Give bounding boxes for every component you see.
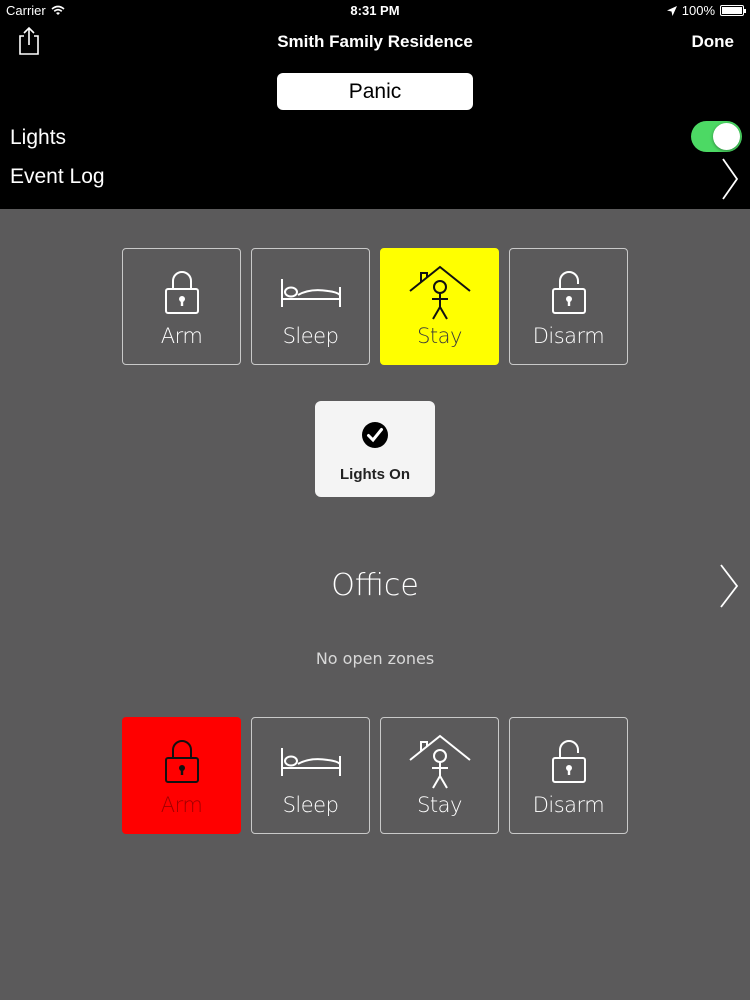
done-button[interactable]: Done <box>692 32 735 52</box>
toggle-knob <box>713 123 740 150</box>
mode-arm-button[interactable]: Arm <box>122 248 241 365</box>
area-stay-label: Stay <box>417 793 462 817</box>
panic-button[interactable]: Panic <box>277 73 473 110</box>
navigation-bar: Smith Family Residence Done <box>0 22 750 62</box>
area-title: Office <box>331 568 419 603</box>
area-sleep-label: Sleep <box>282 793 339 817</box>
status-time: 8:31 PM <box>350 3 400 18</box>
mode-disarm-label: Disarm <box>532 324 605 348</box>
house-person-icon <box>408 265 471 320</box>
area-stay-button[interactable]: Stay <box>380 717 499 834</box>
mode-sleep-button[interactable]: Sleep <box>251 248 370 365</box>
mode-stay-label: Stay <box>417 324 462 348</box>
location-arrow-icon <box>666 5 677 16</box>
zones-status: No open zones <box>315 649 435 668</box>
page-title: Smith Family Residence <box>277 32 473 51</box>
mode-sleep-label: Sleep <box>282 324 339 348</box>
lights-on-button[interactable]: Lights On <box>315 401 435 497</box>
lock-open-icon <box>551 271 586 314</box>
lights-on-label: Lights On <box>340 466 410 483</box>
lock-closed-icon <box>164 271 199 314</box>
bed-icon <box>280 279 341 307</box>
battery-percent: 100% <box>681 3 715 18</box>
event-log-label[interactable]: Event Log <box>10 165 105 189</box>
chevron-right-icon[interactable] <box>720 157 740 201</box>
battery-icon <box>720 5 746 16</box>
status-right-group: 100% <box>666 3 746 18</box>
lights-label: Lights <box>10 126 67 149</box>
lock-closed-icon <box>164 740 199 783</box>
area-sleep-button[interactable]: Sleep <box>251 717 370 834</box>
area-disarm-button[interactable]: Disarm <box>509 717 628 834</box>
status-bar: Carrier 8:31 PM 100% <box>0 0 750 22</box>
area-arm-button-selected[interactable]: Arm <box>122 717 241 834</box>
mode-stay-button-selected[interactable]: Stay <box>380 248 499 365</box>
checkmark-circle-icon <box>362 422 388 448</box>
house-person-icon <box>408 734 471 789</box>
area-disarm-label: Disarm <box>532 793 605 817</box>
mode-arm-label: Arm <box>160 324 203 348</box>
lights-toggle[interactable] <box>691 121 742 152</box>
lock-open-icon <box>551 740 586 783</box>
bed-icon <box>280 748 341 776</box>
area-arm-label: Arm <box>160 793 203 817</box>
chevron-right-icon[interactable] <box>718 563 740 609</box>
header-panel: Panic Lights Event Log <box>0 62 750 209</box>
mode-disarm-button[interactable]: Disarm <box>509 248 628 365</box>
